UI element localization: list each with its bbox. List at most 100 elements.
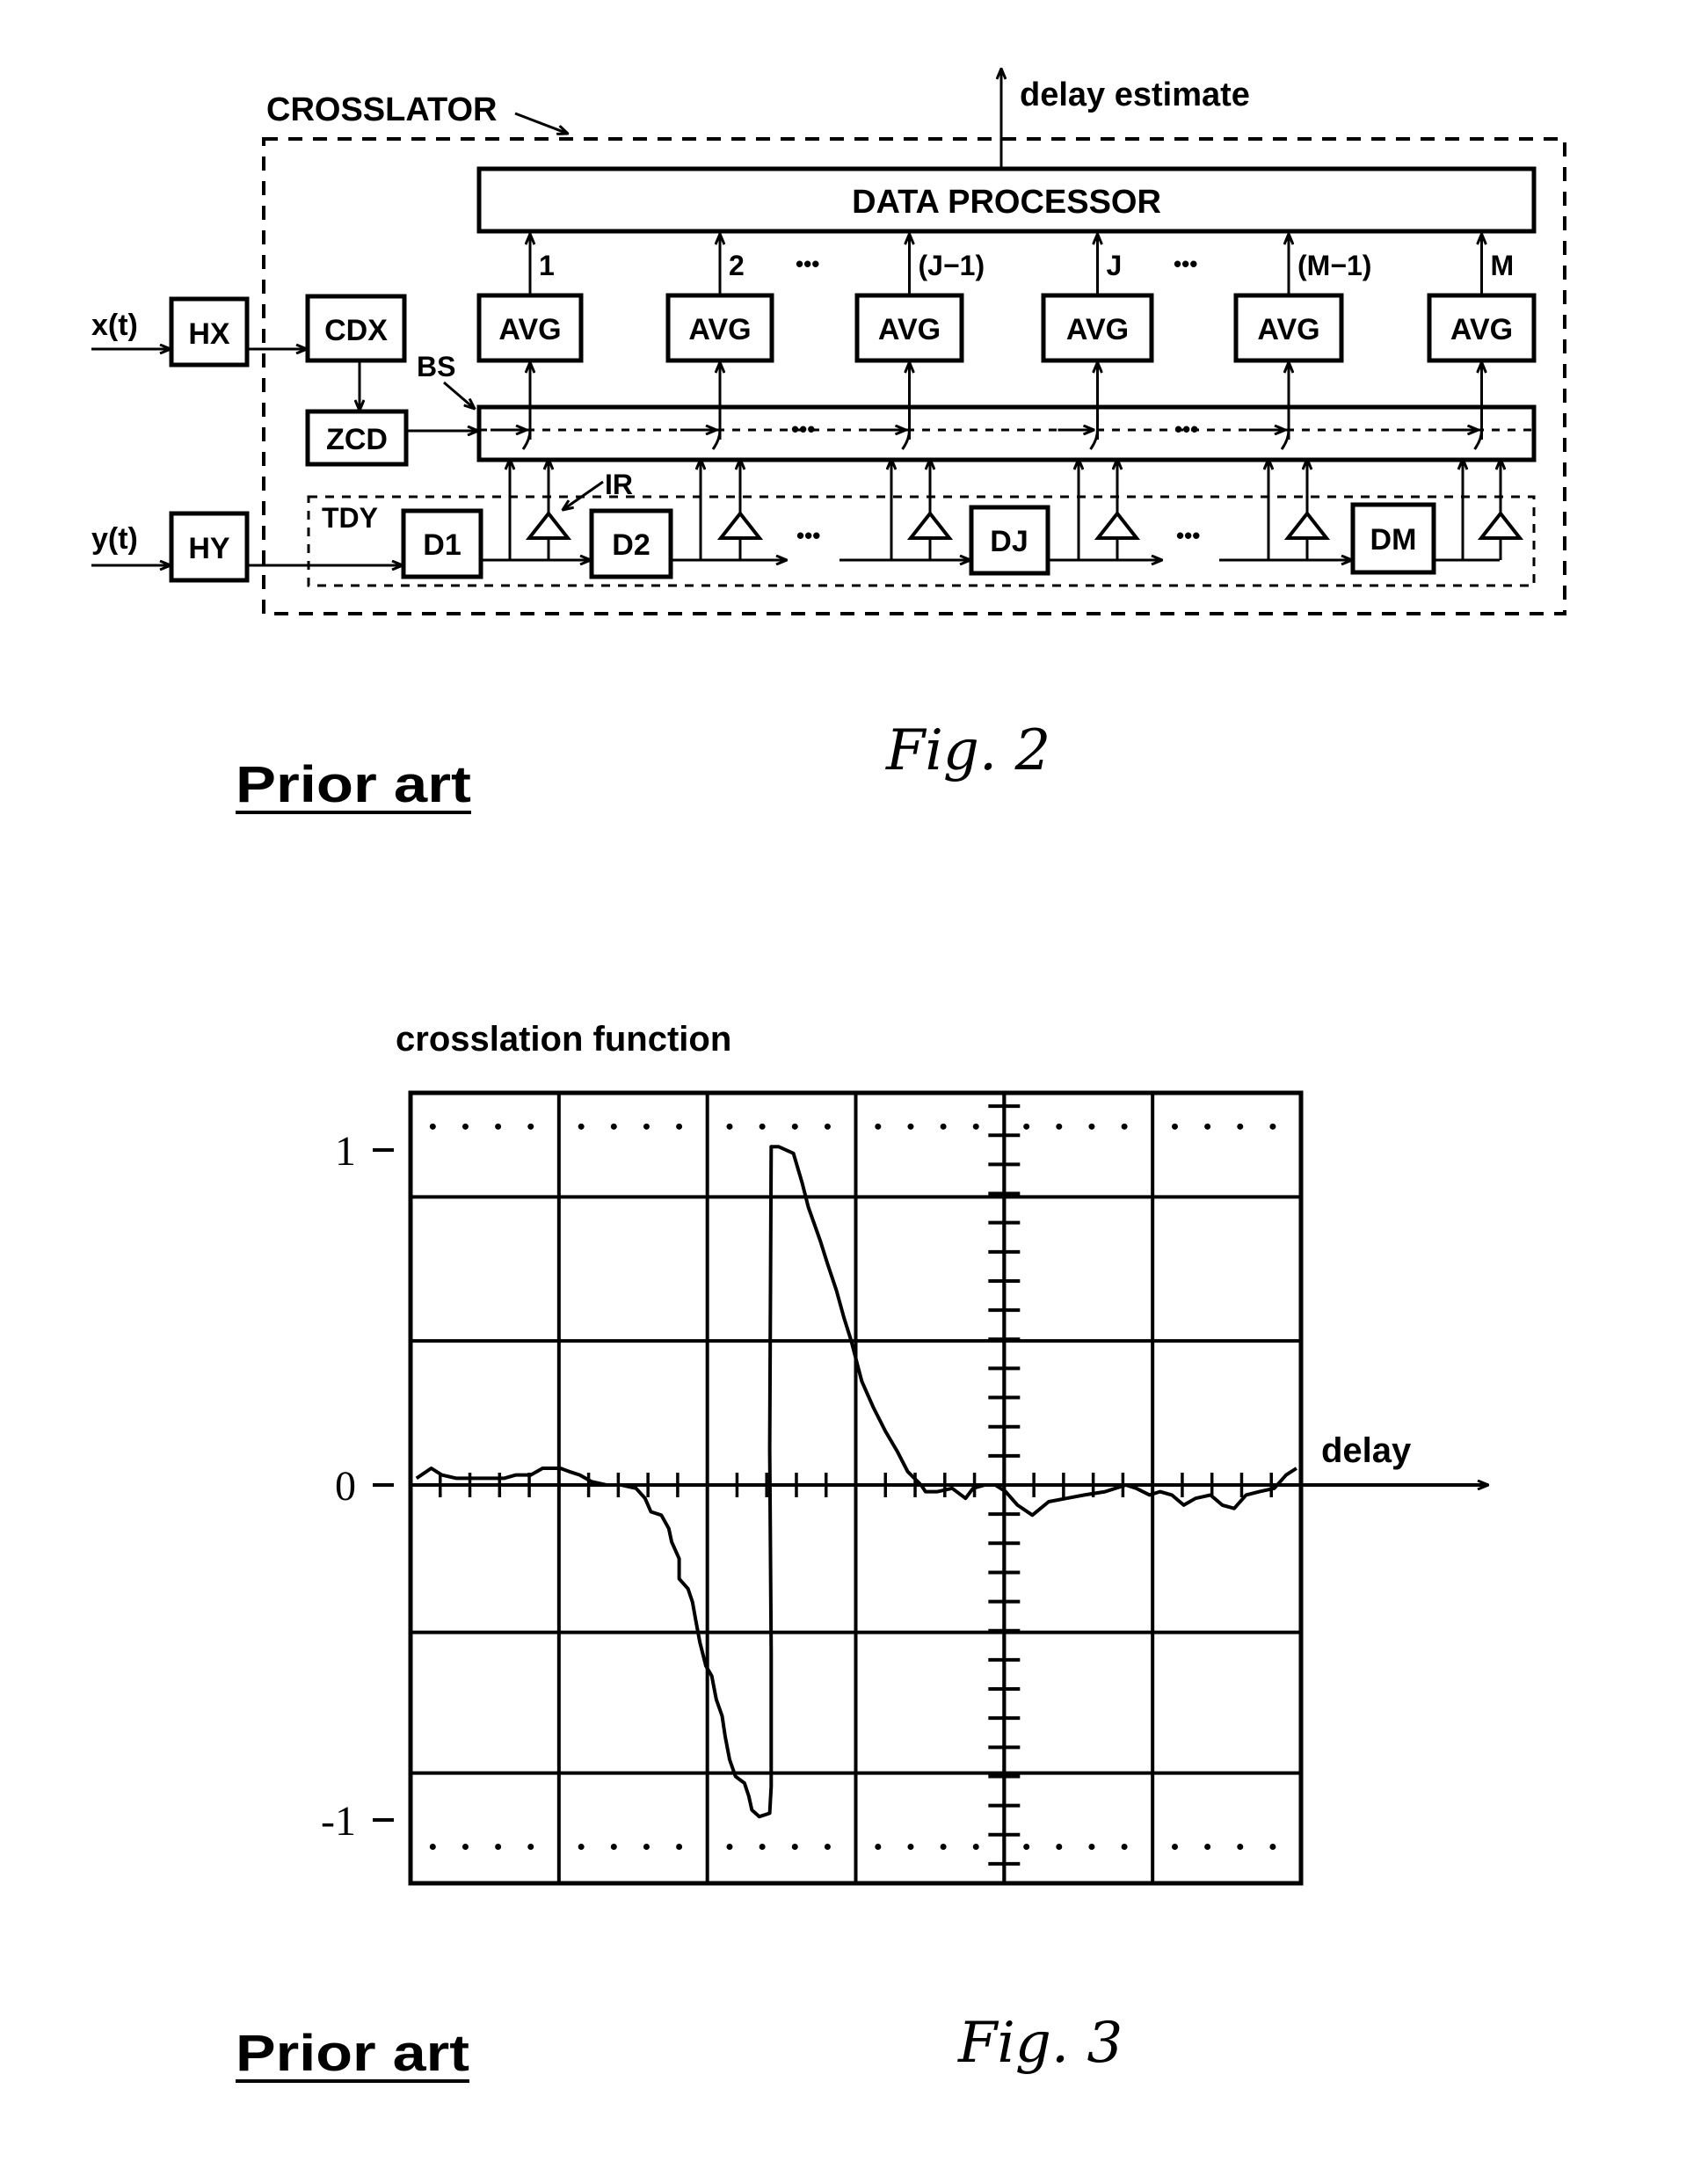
averager-column: AVG J bbox=[1041, 234, 1154, 560]
inverter-triangle-icon bbox=[1094, 510, 1141, 540]
inverter-triangle-icon bbox=[1283, 510, 1331, 540]
reference-dot bbox=[1023, 1123, 1030, 1130]
channel-number-label: (J−1) bbox=[919, 250, 985, 281]
bs-pointer-arrow bbox=[443, 381, 475, 409]
figure-2-caption: Fig. 2 bbox=[885, 718, 1050, 783]
reference-dot bbox=[495, 1123, 502, 1130]
reference-dot bbox=[1121, 1843, 1128, 1850]
reference-dot bbox=[462, 1123, 469, 1130]
reference-dot bbox=[1269, 1123, 1276, 1130]
cdx-label: CDX bbox=[324, 314, 388, 347]
channel-ellipsis-1: ••• bbox=[796, 251, 819, 277]
channel-ellipsis-2: ••• bbox=[1174, 251, 1197, 277]
tdy-ellipsis-1: ••• bbox=[796, 522, 820, 549]
reference-dot bbox=[1204, 1123, 1211, 1130]
reference-dot bbox=[1023, 1843, 1030, 1850]
input-x-label: x(t) bbox=[91, 309, 138, 342]
reference-dot bbox=[429, 1843, 436, 1850]
tdy-ellipsis-2: ••• bbox=[1176, 522, 1200, 549]
prior-art-label-fig2: Prior art bbox=[236, 756, 471, 813]
x-axis-label: delay bbox=[1321, 1431, 1412, 1470]
reference-dot bbox=[462, 1843, 469, 1850]
reference-dot bbox=[495, 1843, 502, 1850]
inverter-triangle-icon bbox=[906, 510, 954, 540]
bs-label: BS bbox=[417, 351, 455, 382]
averager-column: AVG M bbox=[1427, 234, 1537, 560]
inverter-triangle-icon bbox=[1477, 510, 1524, 540]
reference-dot bbox=[610, 1123, 617, 1130]
bus-switch bbox=[901, 429, 911, 450]
reference-dot bbox=[940, 1843, 947, 1850]
reference-dot bbox=[972, 1123, 979, 1130]
d2-label: D2 bbox=[612, 528, 650, 562]
y-tick-label: -1 bbox=[321, 1798, 356, 1845]
reference-dot bbox=[791, 1843, 798, 1850]
avg-label: AVG bbox=[1066, 313, 1129, 346]
reference-dot bbox=[429, 1123, 436, 1130]
avg-label: AVG bbox=[1450, 313, 1513, 346]
crosslator-label: CROSSLATOR bbox=[266, 91, 498, 128]
reference-dot bbox=[907, 1843, 914, 1850]
reference-dot bbox=[1056, 1843, 1063, 1850]
chart-grid bbox=[408, 1090, 1304, 1886]
dj-label: DJ bbox=[990, 525, 1028, 558]
reference-dot bbox=[1237, 1123, 1244, 1130]
ir-label: IR bbox=[605, 469, 633, 500]
reference-dot bbox=[1121, 1123, 1128, 1130]
reference-dot bbox=[875, 1123, 882, 1130]
bus-ellipsis-1: ••• bbox=[791, 416, 815, 442]
reference-dot bbox=[875, 1843, 882, 1850]
avg-label: AVG bbox=[878, 313, 941, 346]
reference-dot bbox=[643, 1123, 650, 1130]
figure-3-crosslation-chart: crosslation function 1 0 -1 delay Prior ar… bbox=[236, 1020, 1488, 2083]
reference-dot bbox=[940, 1123, 947, 1130]
chart-y-tick-labels: 1 0 -1 bbox=[321, 1128, 394, 1845]
avg-label: AVG bbox=[498, 313, 561, 346]
y-tick-label: 1 bbox=[335, 1128, 356, 1175]
bus-ellipsis-2: ••• bbox=[1174, 416, 1198, 442]
tapped-delay-line-boundary bbox=[307, 495, 1536, 587]
reference-dot bbox=[824, 1123, 831, 1130]
delay-estimate-label: delay estimate bbox=[1020, 76, 1250, 113]
reference-dot bbox=[972, 1843, 979, 1850]
patent-drawing-sheet: CROSSLATOR delay estimate DATA PROCESSOR… bbox=[91, 0, 1566, 2083]
reference-dot bbox=[907, 1123, 914, 1130]
avg-label: AVG bbox=[688, 313, 751, 346]
reference-dot bbox=[726, 1843, 733, 1850]
tdy-label: TDY bbox=[322, 502, 378, 534]
channel-number-label: 1 bbox=[539, 250, 555, 281]
bus-switch bbox=[1280, 429, 1290, 450]
dm-label: DM bbox=[1370, 523, 1417, 557]
reference-dot bbox=[676, 1843, 683, 1850]
averager-column: AVG (J−1) bbox=[854, 234, 985, 560]
reference-dot bbox=[527, 1843, 534, 1850]
y-tick-label: 0 bbox=[335, 1463, 356, 1510]
reference-dot bbox=[676, 1123, 683, 1130]
reference-dot bbox=[578, 1123, 585, 1130]
reference-dot bbox=[527, 1123, 534, 1130]
channel-number-label: 2 bbox=[729, 250, 745, 281]
reference-dot bbox=[791, 1123, 798, 1130]
avg-label: AVG bbox=[1257, 313, 1319, 346]
figure-2-block-diagram: CROSSLATOR delay estimate DATA PROCESSOR… bbox=[91, 69, 1566, 814]
reference-dot bbox=[1171, 1123, 1178, 1130]
reference-dot bbox=[1171, 1843, 1178, 1850]
reference-dot bbox=[1269, 1843, 1276, 1850]
reference-dot bbox=[578, 1843, 585, 1850]
hx-label: HX bbox=[188, 317, 230, 351]
reference-dot bbox=[1088, 1843, 1095, 1850]
channel-number-label: (M−1) bbox=[1297, 250, 1371, 281]
bus-switch bbox=[1473, 429, 1483, 450]
reference-dot bbox=[1088, 1123, 1095, 1130]
delay-block-d2: D2 bbox=[589, 508, 673, 579]
hy-label: HY bbox=[188, 532, 230, 565]
crosslator-pointer-arrow bbox=[514, 112, 568, 134]
reference-dot bbox=[1237, 1843, 1244, 1850]
reference-dot bbox=[643, 1843, 650, 1850]
bus-switch bbox=[521, 429, 532, 450]
bus-switch bbox=[1089, 429, 1099, 450]
reference-dot bbox=[759, 1843, 766, 1850]
reference-dot bbox=[1204, 1843, 1211, 1850]
inverter-triangle-icon bbox=[525, 510, 572, 540]
zcd-label: ZCD bbox=[326, 423, 388, 456]
